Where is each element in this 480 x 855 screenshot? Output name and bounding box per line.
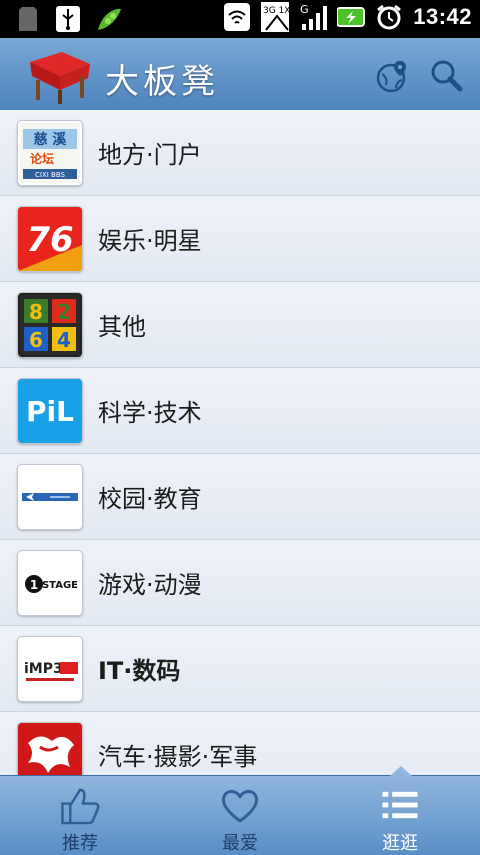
svg-text:6: 6 [29, 328, 43, 352]
tab-browse[interactable]: 逛逛 [320, 776, 480, 855]
svg-text:8: 8 [29, 300, 43, 324]
category-label: 地方·门户 [98, 141, 202, 169]
tab-label: 逛逛 [382, 833, 418, 854]
signal-type-label: G [300, 3, 309, 16]
cixi-forum-thumbnail: 慈 溪 论坛 CIXI BBS [17, 119, 83, 186]
sd-card-icon [14, 5, 42, 33]
search-icon [431, 60, 463, 92]
category-label: IT·数码 [98, 657, 181, 685]
svg-text:论坛: 论坛 [30, 151, 54, 166]
battery-icon [337, 3, 366, 31]
pil-thumbnail: PiL [17, 377, 83, 444]
category-list: 慈 溪 论坛 CIXI BBS 地方·门户 76 娱乐·明星 8 2 6 4 其… [0, 110, 480, 775]
heart-icon [221, 790, 259, 823]
list-item[interactable]: iMP3 IT·数码 [0, 626, 480, 712]
list-item[interactable]: 1 STAGE 游戏·动漫 [0, 540, 480, 626]
app-title: 大板凳 [105, 62, 219, 102]
category-label: 汽车·摄影·军事 [98, 743, 258, 771]
tab-label: 推荐 [62, 833, 98, 854]
svg-text:76: 76 [26, 220, 73, 260]
alarm-icon [375, 3, 403, 31]
list-item[interactable]: 76 娱乐·明星 [0, 196, 480, 282]
list-icon [382, 791, 418, 819]
svg-text:iMP3: iMP3 [24, 661, 63, 677]
imp3-thumbnail: iMP3 [17, 635, 83, 702]
list-item[interactable]: 校园·教育 [0, 454, 480, 540]
network-type-label: 3G 1X [263, 6, 289, 16]
wifi-icon [223, 3, 251, 31]
list-item[interactable]: PiL 科学·技术 [0, 368, 480, 454]
active-tab-indicator [390, 766, 412, 776]
thumbs-up-icon [61, 788, 100, 825]
category-label: 科学·技术 [98, 399, 202, 427]
status-time: 13:42 [413, 4, 472, 29]
svg-text:STAGE: STAGE [42, 580, 78, 591]
stool-logo [24, 50, 94, 104]
category-label: 其他 [98, 313, 146, 341]
pea-pod-icon [94, 5, 122, 33]
network-type-icon: 3G 1X [261, 2, 290, 32]
category-label: 游戏·动漫 [98, 571, 202, 599]
search-button[interactable] [428, 58, 464, 94]
bottom-tab-bar: 推荐 最爱 逛逛 [0, 766, 480, 855]
usb-icon [54, 5, 82, 33]
dragon-thumbnail [17, 721, 83, 775]
list-item[interactable]: 8 2 6 4 其他 [0, 282, 480, 368]
list-item[interactable]: 慈 溪 论坛 CIXI BBS 地方·门户 [0, 110, 480, 196]
category-label: 校园·教育 [98, 485, 202, 513]
svg-text:1: 1 [30, 578, 38, 592]
stage1-thumbnail: 1 STAGE [17, 549, 83, 616]
signal-icon: G [299, 3, 328, 31]
campus-thumbnail [17, 463, 83, 530]
location-button[interactable] [374, 58, 410, 94]
category-label: 娱乐·明星 [98, 227, 202, 255]
tab-recommend[interactable]: 推荐 [0, 776, 160, 855]
tab-label: 最爱 [222, 833, 258, 854]
76-thumbnail: 76 [17, 205, 83, 272]
svg-text:4: 4 [57, 328, 71, 352]
globe-pin-icon [376, 61, 406, 93]
tab-favorites[interactable]: 最爱 [160, 776, 320, 855]
svg-text:慈 溪: 慈 溪 [34, 131, 68, 148]
status-bar: 3G 1X G 13:42 [0, 0, 480, 38]
svg-text:2: 2 [57, 300, 71, 324]
svg-text:PiL: PiL [26, 395, 74, 428]
app-header: 大板凳 [0, 38, 480, 111]
8264-thumbnail: 8 2 6 4 [17, 291, 83, 358]
svg-text:CIXI BBS: CIXI BBS [35, 171, 66, 179]
